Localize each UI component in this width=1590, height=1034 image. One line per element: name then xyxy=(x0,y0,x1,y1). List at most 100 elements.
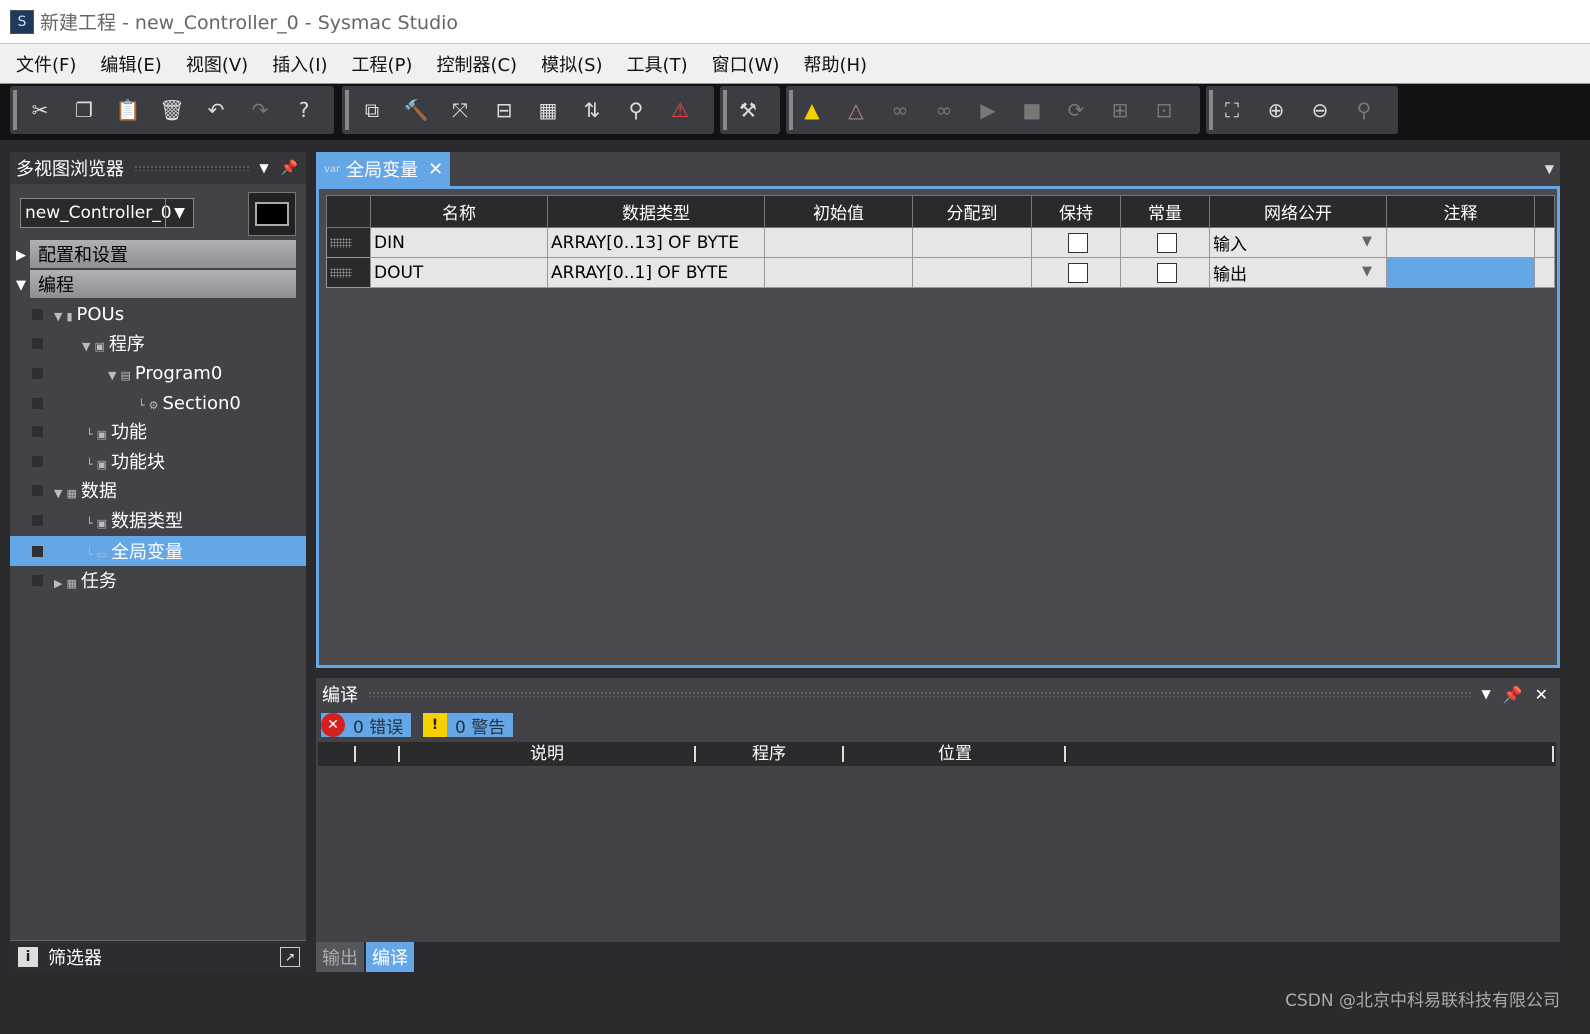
warnings-filter-button[interactable]: ! 0 警告 xyxy=(422,712,515,738)
column-header[interactable]: 注释 xyxy=(1386,195,1535,228)
constant-checkbox[interactable] xyxy=(1156,262,1177,283)
pin-icon[interactable]: ↗ xyxy=(280,947,300,967)
table-row[interactable]: DOUT ARRAY[0..1] OF BYTE 输出 ▼ xyxy=(326,257,1555,288)
collapse-arrow-icon[interactable]: ▼ xyxy=(54,487,62,500)
column-header[interactable]: 保持 xyxy=(1031,195,1121,228)
cell-network[interactable]: 输入 ▼ xyxy=(1209,227,1387,258)
tab-compile[interactable]: 编译 xyxy=(366,942,414,972)
column-header[interactable]: 初始值 xyxy=(764,195,913,228)
cell-retain[interactable] xyxy=(1031,227,1121,258)
pin-icon[interactable]: 📌 xyxy=(281,160,298,176)
chevron-down-icon[interactable]: ▼ xyxy=(259,161,268,175)
build-icon[interactable]: 🔨 xyxy=(400,94,432,126)
undo-icon[interactable]: ↶ xyxy=(200,94,232,126)
row-header[interactable] xyxy=(326,257,371,288)
table-row[interactable]: DIN ARRAY[0..13] OF BYTE 输入 ▼ xyxy=(326,227,1555,258)
tab-global-variables[interactable]: var 全局变量 ✕ xyxy=(316,152,450,186)
retain-checkbox[interactable] xyxy=(1067,232,1088,253)
cell-init[interactable] xyxy=(764,257,913,288)
tree-item-pous[interactable]: ▼ ▮ POUs xyxy=(10,299,306,329)
cross-reference-icon[interactable]: ⧉ xyxy=(356,94,388,126)
menu-project[interactable]: 工程(P) xyxy=(340,51,425,77)
column-header[interactable]: 数据类型 xyxy=(547,195,765,228)
cell-type[interactable]: ARRAY[0..13] OF BYTE xyxy=(547,227,765,258)
collapse-arrow-icon[interactable]: ▼ xyxy=(82,340,90,353)
row-header[interactable] xyxy=(326,227,371,258)
panel-grip[interactable] xyxy=(368,691,1472,697)
retain-checkbox[interactable] xyxy=(1067,262,1088,283)
section-programming[interactable]: 编程 xyxy=(30,270,296,298)
column-header[interactable]: 说明 xyxy=(530,742,564,766)
dropdown-arrow-icon[interactable]: ▼ xyxy=(1362,264,1372,279)
cell-retain[interactable] xyxy=(1031,257,1121,288)
tree-item-program0[interactable]: ▼ ▤ Program0 xyxy=(10,358,306,388)
menu-edit[interactable]: 编辑(E) xyxy=(88,51,173,77)
controller-select[interactable]: new_Controller_0 ▼ xyxy=(20,198,194,228)
chevron-down-icon[interactable]: ▼ xyxy=(165,199,193,227)
cell-assign[interactable] xyxy=(912,227,1032,258)
tree-item-data[interactable]: ▼ ▦ 数据 xyxy=(10,475,306,505)
table-icon[interactable]: ▦ xyxy=(532,94,564,126)
menu-insert[interactable]: 插入(I) xyxy=(260,51,339,77)
menu-window[interactable]: 窗口(W) xyxy=(700,51,792,77)
menu-file[interactable]: 文件(F) xyxy=(4,51,88,77)
tree-item-function-blocks[interactable]: └ ▣ 功能块 xyxy=(10,446,306,476)
transfer-icon[interactable]: ⇅ xyxy=(576,94,608,126)
toolbar-grip[interactable] xyxy=(723,90,727,130)
cell-init[interactable] xyxy=(764,227,913,258)
delete-icon[interactable]: 🗑 xyxy=(156,94,188,126)
copy-icon[interactable]: ❐ xyxy=(68,94,100,126)
tree-item-section0[interactable]: └ ⚙ Section0 xyxy=(10,388,306,418)
toolbar-grip[interactable] xyxy=(345,90,349,130)
section-configuration[interactable]: 配置和设置 xyxy=(30,240,296,268)
cell-name[interactable]: DIN xyxy=(370,227,548,258)
column-header[interactable]: 程序 xyxy=(752,742,786,766)
error-icon[interactable]: ⚠ xyxy=(664,94,696,126)
collapse-arrow-icon[interactable]: ▼ xyxy=(108,369,116,382)
toolbar-grip[interactable] xyxy=(1209,90,1213,130)
close-icon[interactable]: ✕ xyxy=(1535,685,1548,704)
column-header[interactable]: 常量 xyxy=(1120,195,1210,228)
rebuild-icon[interactable]: ⤧ xyxy=(444,94,476,126)
cell-comment[interactable] xyxy=(1386,227,1535,258)
tree-item-global-variables[interactable]: └ ▭ 全局变量 xyxy=(10,536,306,566)
expand-arrow-icon[interactable]: ▶ xyxy=(16,248,26,263)
expand-arrow-icon[interactable]: ▶ xyxy=(54,577,62,590)
cell-type[interactable]: ARRAY[0..1] OF BYTE xyxy=(547,257,765,288)
menu-simulation[interactable]: 模拟(S) xyxy=(529,51,614,77)
warning-icon[interactable]: ▲ xyxy=(796,94,828,126)
menu-controller[interactable]: 控制器(C) xyxy=(424,51,529,77)
online-icon[interactable]: ⚒ xyxy=(732,94,764,126)
paste-icon[interactable]: 📋 xyxy=(112,94,144,126)
tree-item-functions[interactable]: └ ▣ 功能 xyxy=(10,416,306,446)
cell-name[interactable]: DOUT xyxy=(370,257,548,288)
search-icon[interactable]: ⚲ xyxy=(620,94,652,126)
menu-view[interactable]: 视图(V) xyxy=(174,51,260,77)
cell-comment-selected[interactable] xyxy=(1386,257,1535,288)
toolbar-grip[interactable] xyxy=(789,90,793,130)
tree-item-data-types[interactable]: └ ▣ 数据类型 xyxy=(10,505,306,535)
collapse-arrow-icon[interactable]: ▼ xyxy=(16,278,26,293)
compare-icon[interactable]: ⊟ xyxy=(488,94,520,126)
panel-grip[interactable] xyxy=(134,165,250,171)
network-icon[interactable]: ⊡ xyxy=(1148,94,1180,126)
close-icon[interactable]: ✕ xyxy=(428,159,443,180)
warning-off-icon[interactable]: △ xyxy=(840,94,872,126)
cell-constant[interactable] xyxy=(1120,257,1210,288)
step-icon[interactable]: ▶ xyxy=(972,94,1004,126)
chevron-down-icon[interactable]: ▼ xyxy=(1545,162,1554,176)
constant-checkbox[interactable] xyxy=(1156,232,1177,253)
refresh-icon[interactable]: ⟳ xyxy=(1060,94,1092,126)
errors-filter-button[interactable]: ✕ 0 错误 xyxy=(320,712,413,738)
pin-icon[interactable]: 📌 xyxy=(1503,685,1523,704)
chevron-down-icon[interactable]: ▼ xyxy=(1481,687,1490,701)
watch-off-icon[interactable]: ∞ xyxy=(928,94,960,126)
watch-icon[interactable]: ∞ xyxy=(884,94,916,126)
redo-icon[interactable]: ↷ xyxy=(244,94,276,126)
synchronize-icon[interactable]: ⊞ xyxy=(1104,94,1136,126)
column-header[interactable]: 网络公开 xyxy=(1209,195,1387,228)
column-header[interactable]: 名称 xyxy=(370,195,548,228)
column-header[interactable]: 位置 xyxy=(938,742,972,766)
zoom-reset-icon[interactable]: ⚲ xyxy=(1348,94,1380,126)
cut-icon[interactable]: ✂ xyxy=(24,94,56,126)
